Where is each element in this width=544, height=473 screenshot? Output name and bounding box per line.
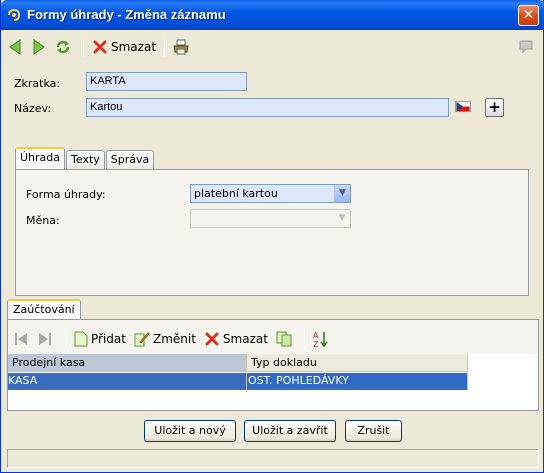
grid-header: Prodejní kasa Typ dokladu: [8, 354, 468, 372]
delete-x-icon: [205, 332, 219, 346]
back-arrow-icon[interactable]: [5, 37, 25, 57]
print-icon[interactable]: [171, 37, 191, 57]
main-toolbar: Smazat: [5, 34, 539, 60]
chevron-down-icon[interactable]: ▼: [334, 185, 350, 202]
czech-flag-icon[interactable]: [455, 101, 471, 112]
chevron-down-icon: ▼: [334, 210, 350, 227]
forward-arrow-icon[interactable]: [29, 37, 49, 57]
accounting-grid: Prodejní kasa Typ dokladu KASA OST. POHL…: [8, 354, 538, 410]
currency-label: Měna:: [26, 214, 60, 227]
dialog-window: Formy úhrady - Změna záznamu ✕ Smazat Zk…: [0, 0, 544, 473]
toolbar-separator: [303, 329, 305, 349]
cell-document-type[interactable]: OST. POHLEDÁVKY: [247, 373, 468, 390]
delete-button[interactable]: Smazat: [90, 36, 158, 58]
name-field[interactable]: Kartou: [86, 98, 449, 117]
table-row[interactable]: KASA OST. POHLEDÁVKY: [8, 373, 468, 390]
help-balloon-icon[interactable]: [519, 40, 533, 57]
tab-texty[interactable]: Texty: [66, 150, 105, 169]
cell-cash-register[interactable]: KASA: [8, 373, 247, 390]
title-bar[interactable]: Formy úhrady - Změna záznamu ✕: [1, 0, 544, 30]
column-header-document-type[interactable]: Typ dokladu: [247, 354, 468, 372]
tab-strip: Úhrada Texty Správa: [15, 147, 155, 169]
toolbar-separator: [164, 37, 166, 57]
svg-text:A: A: [313, 331, 319, 340]
delete-x-icon: [93, 40, 107, 54]
app-icon: [8, 8, 21, 21]
new-document-icon: [74, 331, 88, 347]
save-and-close-button[interactable]: Uložit a zavřít: [244, 420, 336, 442]
copy-icon[interactable]: [274, 329, 294, 349]
edit-pencil-icon: [134, 332, 150, 347]
column-header-cash-register[interactable]: Prodejní kasa: [8, 354, 247, 372]
window-title: Formy úhrady - Změna záznamu: [27, 7, 226, 22]
delete-row-label: Smazat: [222, 332, 268, 346]
last-record-icon[interactable]: [35, 329, 55, 349]
edit-label: Změnit: [152, 332, 196, 346]
code-field[interactable]: KARTA: [86, 72, 247, 91]
close-button[interactable]: ✕: [518, 5, 539, 26]
payment-form-value: platební kartou: [194, 187, 278, 200]
sort-az-icon[interactable]: A Z: [311, 329, 331, 349]
edit-row-button[interactable]: Změnit: [132, 328, 198, 350]
toolbar-separator: [83, 37, 84, 57]
payment-form-label: Forma úhrady:: [26, 188, 106, 201]
code-label: Zkratka:: [14, 77, 61, 90]
name-label: Název:: [14, 102, 52, 115]
cancel-button[interactable]: Zrušit: [345, 420, 402, 442]
payment-form-select[interactable]: platební kartou ▼: [190, 184, 351, 203]
add-label: Přidat: [91, 332, 126, 346]
toolbar-separator: [65, 329, 66, 349]
accounting-toolbar: Přidat Změnit Smazat A Z: [11, 328, 335, 350]
tab-sprava[interactable]: Správa: [105, 150, 155, 169]
currency-select[interactable]: ▼: [190, 209, 351, 228]
first-record-icon[interactable]: [11, 329, 31, 349]
tab-uhrada[interactable]: Úhrada: [15, 147, 66, 169]
add-row-button[interactable]: Přidat: [72, 328, 128, 350]
save-and-new-button[interactable]: Uložit a nový: [144, 420, 236, 442]
delete-row-button[interactable]: Smazat: [202, 328, 270, 350]
tab-zauctovani[interactable]: Zaúčtování: [7, 299, 81, 319]
delete-label: Smazat: [111, 40, 157, 54]
status-bar: [7, 449, 539, 468]
refresh-icon[interactable]: [53, 37, 73, 57]
add-translation-button[interactable]: +: [485, 98, 504, 117]
svg-text:Z: Z: [313, 340, 319, 348]
